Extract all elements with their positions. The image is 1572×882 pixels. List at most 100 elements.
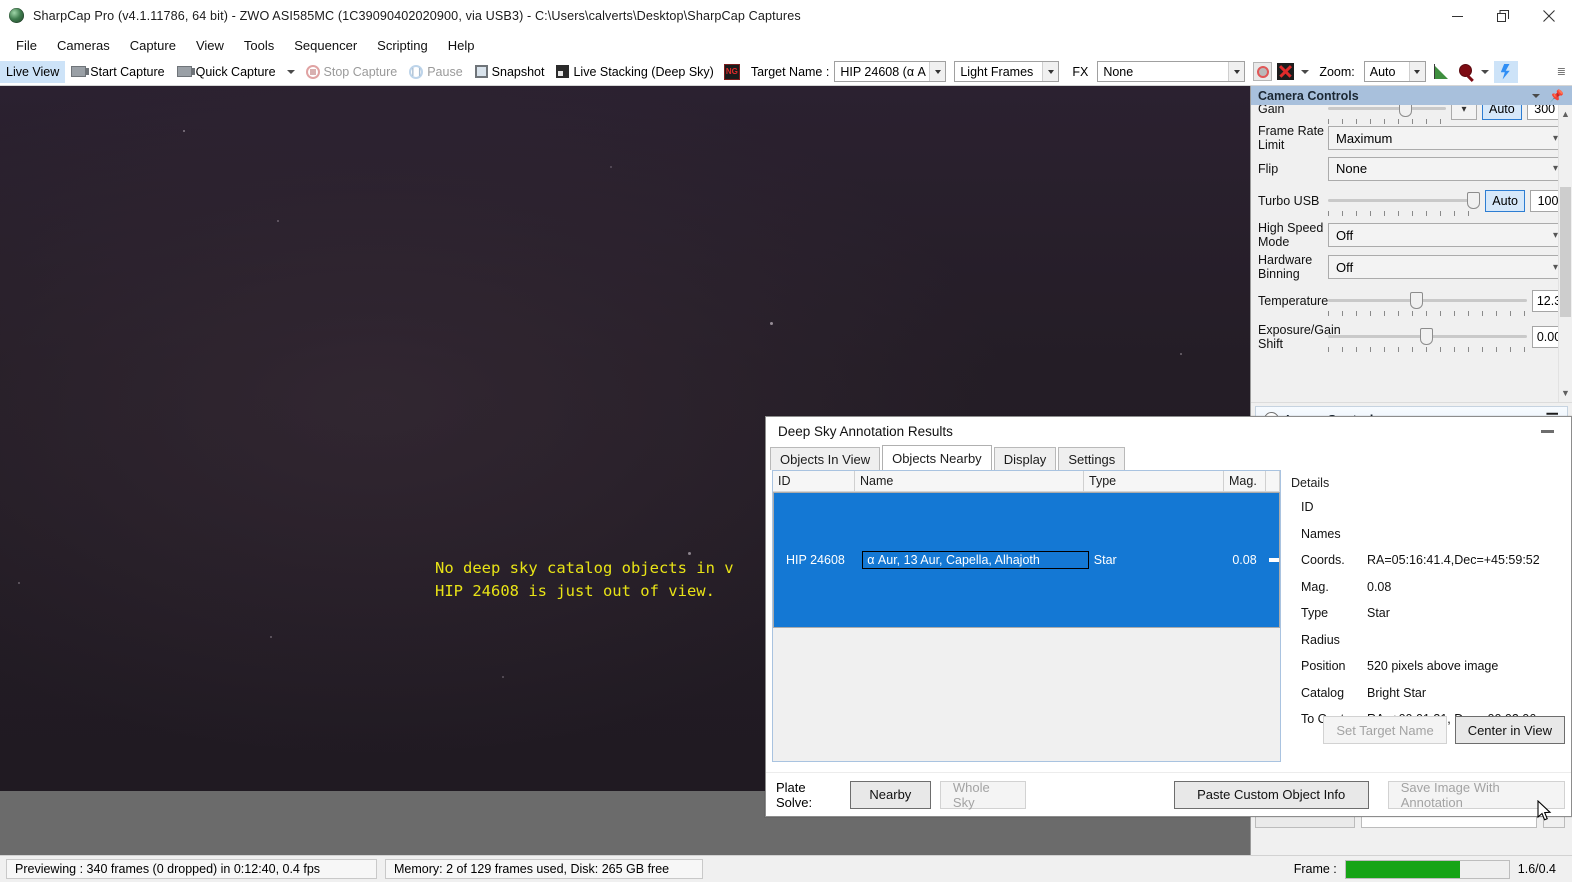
gain-auto-button[interactable]: Auto: [1482, 105, 1522, 120]
objects-table: ID Name Type Mag. HIP 24608 α Aur, 13 Au…: [772, 470, 1281, 762]
target-icon[interactable]: NG: [723, 63, 740, 80]
temperature-slider[interactable]: [1328, 291, 1527, 316]
frame-rate-limit-select[interactable]: Maximum ▾: [1328, 126, 1566, 150]
menu-capture[interactable]: Capture: [120, 35, 186, 56]
control-row-exposure-gain-shift: Exposure/Gain Shift 0.00: [1251, 319, 1572, 355]
overlay-dropdown-icon[interactable]: [1301, 69, 1310, 74]
dock-menu-icon[interactable]: [1532, 93, 1541, 98]
center-in-view-button[interactable]: Center in View: [1454, 716, 1565, 744]
flip-select[interactable]: None ▾: [1328, 156, 1566, 181]
stop-capture-button[interactable]: Stop Capture: [300, 61, 404, 83]
column-header-type[interactable]: Type: [1084, 471, 1224, 491]
turbo-usb-slider[interactable]: [1328, 191, 1481, 216]
menu-scripting[interactable]: Scripting: [367, 35, 438, 56]
pin-icon[interactable]: 📌: [1549, 89, 1564, 103]
histogram-icon[interactable]: [1433, 64, 1450, 79]
paste-custom-object-info-button[interactable]: Paste Custom Object Info: [1173, 780, 1369, 809]
star-point: [1180, 353, 1182, 355]
star-point: [770, 322, 773, 325]
scroll-up-icon[interactable]: ▲: [1559, 107, 1572, 121]
gain-expand-button[interactable]: ▾: [1451, 105, 1477, 120]
control-label-frame-rate-limit: Frame Rate Limit: [1258, 124, 1324, 152]
gain-slider[interactable]: [1328, 105, 1446, 124]
zoom-select[interactable]: Auto: [1363, 61, 1426, 82]
pause-button[interactable]: ❙❙ Pause: [403, 61, 468, 83]
column-header-name[interactable]: Name: [855, 471, 1084, 491]
control-label-turbo-usb: Turbo USB: [1258, 194, 1320, 208]
chevron-down-icon[interactable]: [1408, 62, 1425, 81]
dialog-minimize-button[interactable]: [1529, 420, 1565, 442]
control-label-hardware-binning: Hardware Binning: [1258, 253, 1313, 281]
control-label-gain: Gain: [1258, 105, 1285, 116]
control-row-frame-rate-limit: Frame Rate Limit Maximum ▾: [1251, 122, 1572, 154]
reticule-icon[interactable]: [1253, 62, 1273, 81]
table-header-row: ID Name Type Mag.: [773, 471, 1280, 492]
snapshot-label: Snapshot: [491, 64, 545, 79]
cell-id: HIP 24608: [786, 552, 845, 567]
column-header-id[interactable]: ID: [773, 471, 855, 491]
control-row-gain: Gain ▾ Auto 300: [1251, 105, 1572, 124]
snapshot-icon: [474, 65, 488, 78]
control-row-flip: Flip None ▾: [1251, 154, 1572, 183]
menu-cameras[interactable]: Cameras: [47, 35, 120, 56]
frame-type-select[interactable]: Light Frames: [954, 61, 1060, 82]
table-row[interactable]: HIP 24608 α Aur, 13 Aur, Capella, Alhajo…: [773, 492, 1280, 628]
detail-row-type: Type Star: [1291, 600, 1565, 627]
menu-help[interactable]: Help: [438, 35, 485, 56]
minimize-button[interactable]: [1434, 0, 1480, 32]
target-name-label: Target Name :: [750, 64, 830, 79]
quick-capture-button[interactable]: Quick Capture: [171, 61, 282, 83]
tab-display[interactable]: Display: [993, 447, 1057, 470]
crosshair-overlay-icon[interactable]: [1277, 63, 1295, 80]
menu-tools[interactable]: Tools: [234, 35, 284, 56]
menu-sequencer[interactable]: Sequencer: [284, 35, 367, 56]
magnifier-dropdown-icon[interactable]: [1480, 69, 1489, 74]
frame-type-value: Light Frames: [960, 64, 1034, 79]
tab-objects-nearby[interactable]: Objects Nearby: [882, 445, 992, 470]
chevron-down-icon[interactable]: [929, 62, 946, 81]
detail-value-mag: 0.08: [1367, 579, 1392, 594]
maximize-restore-button[interactable]: [1480, 0, 1526, 32]
live-stacking-button[interactable]: Live Stacking (Deep Sky): [550, 61, 719, 83]
chevron-down-icon[interactable]: [1228, 62, 1245, 81]
cell-spacer: [1268, 557, 1279, 562]
control-label-temperature: Temperature: [1258, 294, 1329, 308]
hardware-binning-value: Off: [1336, 259, 1354, 275]
toolbar-overflow-icon[interactable]: ≣: [1557, 65, 1572, 78]
exposure-gain-shift-slider[interactable]: [1328, 327, 1527, 352]
snapshot-button[interactable]: Snapshot: [469, 61, 551, 83]
high-speed-mode-select[interactable]: Off ▾: [1328, 223, 1566, 247]
hardware-connect-button[interactable]: [1493, 60, 1518, 83]
close-button[interactable]: [1526, 0, 1572, 32]
set-target-name-button[interactable]: Set Target Name: [1323, 716, 1447, 744]
quick-capture-dropdown-icon[interactable]: [286, 69, 295, 74]
focus-magnifier-icon[interactable]: [1458, 64, 1474, 79]
plate-solve-whole-sky-button[interactable]: Whole Sky: [939, 780, 1026, 810]
menu-file[interactable]: File: [6, 35, 47, 56]
menu-bar: File Cameras Capture View Tools Sequence…: [0, 32, 1572, 58]
status-bar: Previewing : 340 frames (0 dropped) in 0…: [0, 855, 1572, 882]
control-row-temperature: Temperature 12.3: [1251, 283, 1572, 319]
dock-scrollbar[interactable]: ▲ ▼: [1558, 105, 1572, 402]
fx-select[interactable]: None: [1097, 61, 1246, 82]
detail-value-coords: RA=05:16:41.4,Dec=+45:59:52: [1367, 553, 1540, 568]
control-label-exposure-gain-shift: Exposure/Gain Shift: [1258, 323, 1341, 351]
scroll-down-icon[interactable]: ▼: [1559, 386, 1572, 400]
plate-solve-nearby-button[interactable]: Nearby: [849, 780, 931, 809]
tab-objects-in-view[interactable]: Objects In View: [770, 447, 881, 470]
hardware-binning-select[interactable]: Off ▾: [1328, 255, 1566, 279]
high-speed-mode-value: Off: [1336, 227, 1354, 243]
detail-row-radius: Radius: [1291, 627, 1565, 654]
start-capture-button[interactable]: Start Capture: [65, 61, 170, 83]
turbo-usb-auto-button[interactable]: Auto: [1485, 190, 1525, 212]
star-point: [610, 166, 612, 168]
live-view-button[interactable]: Live View: [0, 60, 66, 83]
menu-view[interactable]: View: [186, 35, 234, 56]
chevron-down-icon[interactable]: [1042, 62, 1059, 81]
detail-key-id: ID: [1301, 500, 1314, 515]
tab-settings[interactable]: Settings: [1058, 447, 1126, 470]
scroll-thumb[interactable]: [1560, 187, 1571, 317]
target-name-input[interactable]: HIP 24608 (α A: [834, 61, 947, 82]
star-point: [688, 552, 691, 555]
column-header-mag[interactable]: Mag.: [1224, 471, 1266, 491]
